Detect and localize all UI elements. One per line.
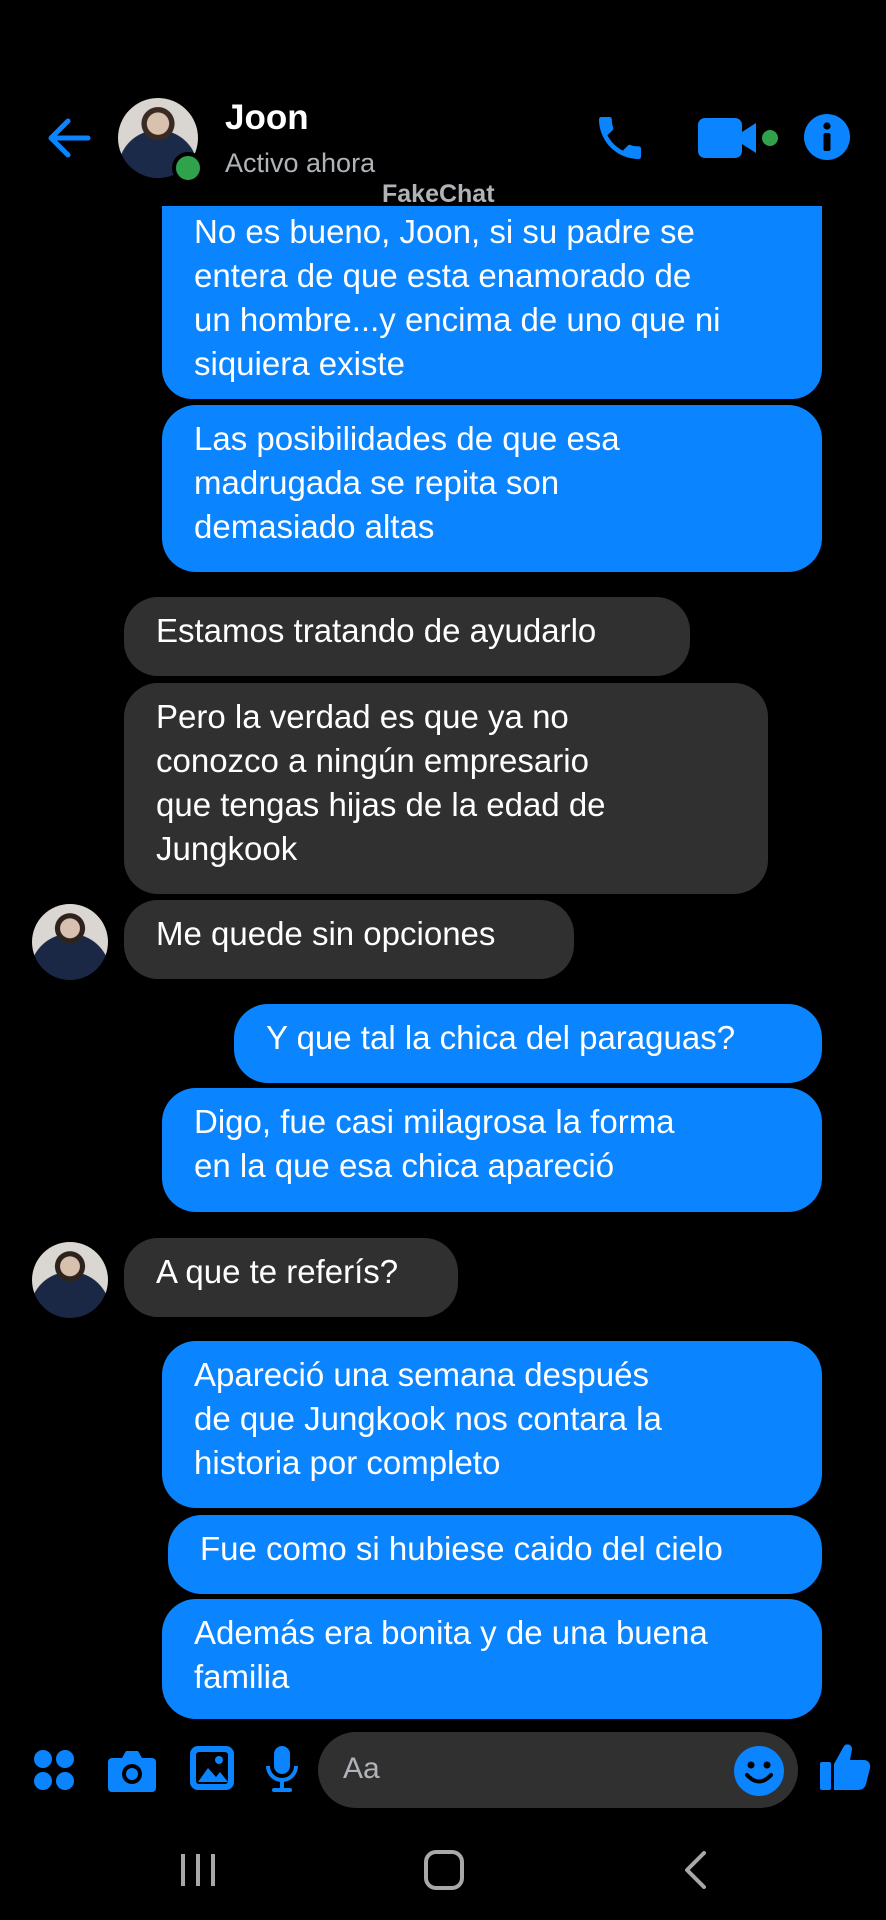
recent-apps-icon[interactable] — [178, 1852, 218, 1888]
message-incoming[interactable]: Estamos tratando de ayudarlo — [124, 597, 690, 676]
phone-call-icon[interactable] — [592, 110, 648, 166]
apps-icon[interactable] — [32, 1748, 76, 1792]
like-icon[interactable] — [818, 1740, 872, 1794]
watermark: FakeChat — [382, 180, 495, 208]
back-arrow-icon[interactable] — [42, 110, 98, 166]
message-input[interactable] — [318, 1732, 798, 1808]
message-outgoing[interactable]: No es bueno, Joon, si su padre se entera… — [162, 206, 822, 399]
message-outgoing[interactable]: Las posibilidades de que esa madrugada s… — [162, 405, 822, 572]
message-outgoing[interactable]: Apareció una semana después de que Jungk… — [162, 1341, 822, 1508]
message-incoming[interactable]: A que te referís? — [124, 1238, 458, 1317]
video-call-icon[interactable] — [694, 112, 790, 164]
message-input-placeholder[interactable]: Aa — [343, 1752, 380, 1786]
contact-name[interactable]: Joon — [225, 98, 309, 138]
message-outgoing[interactable]: Además era bonita y de una buena familia — [162, 1599, 822, 1719]
contact-avatar-small[interactable] — [32, 1242, 108, 1318]
contact-status: Activo ahora — [225, 148, 376, 178]
gallery-icon[interactable] — [188, 1744, 236, 1792]
message-outgoing[interactable]: Y que tal la chica del paraguas? — [234, 1004, 822, 1083]
info-icon[interactable] — [802, 112, 852, 162]
message-incoming[interactable]: Pero la verdad es que ya no conozco a ni… — [124, 683, 768, 894]
message-incoming[interactable]: Me quede sin opciones — [124, 900, 574, 979]
contact-avatar-small[interactable] — [32, 904, 108, 980]
chat-header: Joon Activo ahora FakeChat — [0, 0, 886, 208]
message-outgoing[interactable]: Digo, fue casi milagrosa la forma en la … — [162, 1088, 822, 1212]
message-outgoing[interactable]: Fue como si hubiese caido del cielo — [168, 1515, 822, 1594]
microphone-icon[interactable] — [264, 1744, 300, 1794]
online-status-dot — [172, 152, 204, 184]
emoji-icon[interactable] — [732, 1744, 786, 1798]
home-icon[interactable] — [424, 1850, 464, 1890]
back-icon[interactable] — [680, 1850, 710, 1890]
camera-icon[interactable] — [106, 1746, 158, 1794]
